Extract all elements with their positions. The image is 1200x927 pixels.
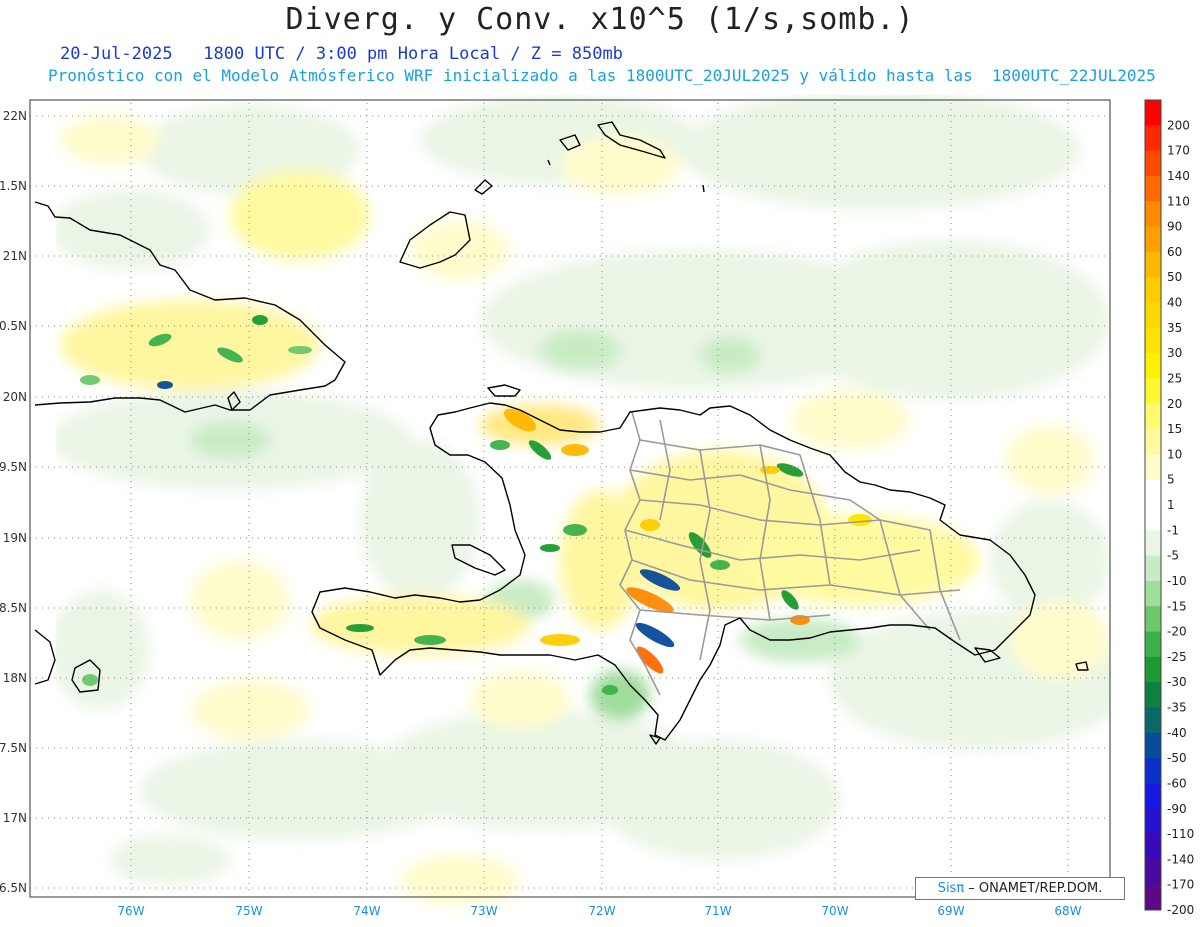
legend-swatch <box>1145 125 1161 152</box>
lat-label: 0.5N <box>0 319 27 333</box>
legend-swatch <box>1145 353 1161 379</box>
legend-label: 35 <box>1167 321 1182 335</box>
lat-label: 18N <box>3 671 27 685</box>
lon-label: 73W <box>470 904 497 918</box>
legend-swatch <box>1145 732 1161 759</box>
legend-label: 25 <box>1167 371 1182 385</box>
legend-label: 170 <box>1167 144 1190 158</box>
legend-swatch <box>1145 758 1161 784</box>
legend-label: 50 <box>1167 270 1182 284</box>
legend-label: -140 <box>1167 852 1194 866</box>
legend-label: 20 <box>1167 397 1182 411</box>
map-title: Diverg. y Conv. x10^5 (1/s,somb.) <box>285 2 915 37</box>
legend-swatch <box>1145 226 1161 253</box>
lat-label: 19N <box>3 531 27 545</box>
legend-label: 60 <box>1167 245 1182 259</box>
lon-label: 72W <box>588 904 615 918</box>
legend-swatch <box>1145 859 1161 886</box>
legend-swatch <box>1145 707 1161 734</box>
sispi-logo: Sisπ <box>937 881 965 896</box>
lon-label: 71W <box>704 904 731 918</box>
lon-label: 76W <box>117 904 144 918</box>
legend-label: -110 <box>1167 827 1194 841</box>
legend-label: -35 <box>1167 701 1187 715</box>
legend-label: 5 <box>1167 473 1175 487</box>
model-info-line: Pronóstico con el Modelo Atmósferico WRF… <box>48 66 1156 85</box>
legend-label: -60 <box>1167 776 1187 790</box>
divergence-field <box>0 95 1200 927</box>
lat-label: 9.5N <box>0 460 27 474</box>
legend-swatch <box>1145 808 1161 835</box>
legend-swatch <box>1145 834 1161 860</box>
credit-box: Sisπ – ONAMET/REP.DOM. <box>915 877 1125 900</box>
legend-label: 1 <box>1167 498 1175 512</box>
legend-label: -30 <box>1167 675 1187 689</box>
lat-label: 20N <box>3 390 27 404</box>
legend-label: 40 <box>1167 296 1182 310</box>
legend-swatch <box>1145 201 1161 228</box>
legend-swatch <box>1145 783 1161 810</box>
lat-label: 17N <box>3 811 27 825</box>
lat-label: 21N <box>3 249 27 263</box>
credit-text: – ONAMET/REP.DOM. <box>964 881 1103 896</box>
legend-swatch <box>1145 580 1161 607</box>
legend-swatch <box>1145 530 1161 557</box>
legend-swatch <box>1145 302 1161 329</box>
legend-swatch <box>1145 606 1161 633</box>
longitude-labels: 76W 75W 74W 73W 72W 71W 70W 69W 68W <box>117 904 1081 918</box>
lon-label: 75W <box>235 904 262 918</box>
legend-label: -50 <box>1167 751 1187 765</box>
legend-label: 200 <box>1167 118 1190 132</box>
legend-label: 10 <box>1167 447 1182 461</box>
legend-swatch <box>1145 479 1161 506</box>
lat-label: 6.5N <box>0 881 27 895</box>
legend-swatch <box>1145 277 1161 303</box>
legend-swatch <box>1145 150 1161 177</box>
lat-label: 8.5N <box>0 601 27 615</box>
legend-swatch <box>1145 454 1161 481</box>
legend-label: 140 <box>1167 169 1190 183</box>
lon-label: 69W <box>937 904 964 918</box>
legend-swatch <box>1145 429 1161 455</box>
lat-label: 7.5N <box>0 741 27 755</box>
legend-label: -20 <box>1167 625 1187 639</box>
lon-label: 68W <box>1054 904 1081 918</box>
legend-label: -170 <box>1167 878 1194 892</box>
lon-label: 74W <box>353 904 380 918</box>
lon-label: 70W <box>821 904 848 918</box>
divergence-map: 22N 1.5N 21N 0.5N 20N 9.5N 19N 8.5N 18N … <box>0 95 1200 927</box>
legend-label: -25 <box>1167 650 1187 664</box>
legend-label: -40 <box>1167 726 1187 740</box>
legend-label: 15 <box>1167 422 1182 436</box>
forecast-time-line: 20-Jul-2025 1800 UTC / 3:00 pm Hora Loca… <box>60 44 623 64</box>
legend-swatch <box>1145 100 1161 126</box>
legend-label: 30 <box>1167 346 1182 360</box>
legend-swatch <box>1145 378 1161 405</box>
legend-swatch <box>1145 631 1161 658</box>
legend-label: -1 <box>1167 523 1179 537</box>
legend-swatch <box>1145 403 1161 430</box>
legend-label: 110 <box>1167 194 1190 208</box>
lat-label: 1.5N <box>0 179 27 193</box>
legend-label: -15 <box>1167 599 1187 613</box>
legend-swatch <box>1145 884 1161 911</box>
legend-swatch <box>1145 555 1161 582</box>
legend-label: -90 <box>1167 802 1187 816</box>
legend-swatch <box>1145 682 1161 708</box>
legend-swatch <box>1145 656 1161 683</box>
legend-label: -5 <box>1167 549 1179 563</box>
legend-swatch <box>1145 505 1161 531</box>
lat-label: 22N <box>3 109 27 123</box>
legend-label: -200 <box>1167 903 1194 917</box>
legend-swatch <box>1145 327 1161 354</box>
legend-label: 90 <box>1167 220 1182 234</box>
legend-label: -10 <box>1167 574 1187 588</box>
legend-swatch <box>1145 175 1161 202</box>
legend-swatch <box>1145 251 1161 278</box>
